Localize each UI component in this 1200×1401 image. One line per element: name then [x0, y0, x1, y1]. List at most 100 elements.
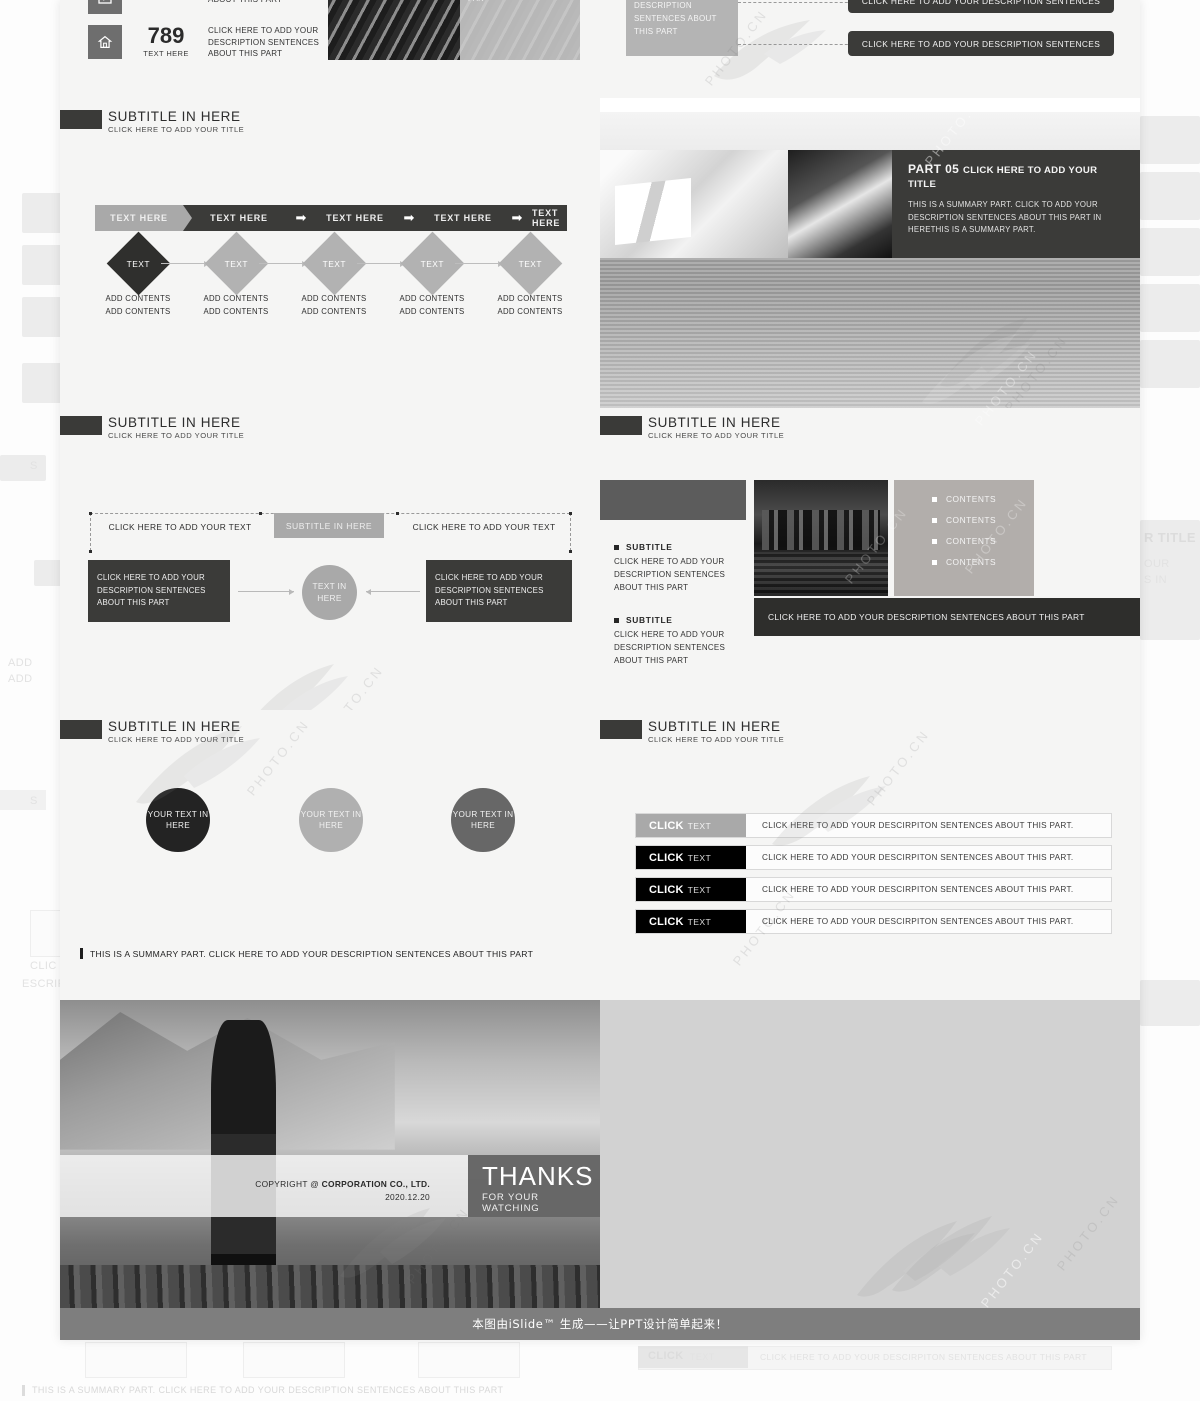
header-block: [60, 110, 102, 129]
photo-caption: DESCRIPTION SENTENCES ABOUT THIS PAR: [460, 0, 580, 60]
cover-description: THIS IS A SUMMARY PART. CLICK TO ADD YOU…: [908, 200, 1102, 235]
circle-node[interactable]: YOUR TEXT IN HERE: [146, 788, 210, 852]
contents-item[interactable]: CONTENTS: [932, 515, 1034, 525]
header-block: [600, 416, 642, 435]
bg-box-bottom-3: [418, 1342, 520, 1378]
bg-left-text-3: ADD: [8, 673, 33, 685]
header-block: [60, 720, 102, 739]
watermark-bird: [228, 638, 368, 710]
diagram-center-pill: SUBTITLE IN HERE: [274, 513, 384, 538]
kpi-number-block: 789 TEXT HERE: [130, 23, 202, 59]
circle-node[interactable]: YOUR TEXT IN HERE: [451, 788, 515, 852]
bg-block-left-2: [34, 560, 62, 586]
list-tag-bold: CLICK: [649, 915, 684, 928]
kpi-number: 789: [147, 23, 185, 48]
chevron-step[interactable]: TEXT HERE: [532, 205, 567, 231]
summary-bar-icon: [80, 948, 83, 959]
bg-block-left-1: [0, 455, 46, 481]
summary-text: THIS IS A SUMMARY PART. CLICK HERE TO AD…: [90, 948, 534, 959]
section-header: SUBTITLE IN HERE CLICK HERE TO ADD YOUR …: [60, 720, 244, 743]
arrow-right-icon: ➡: [286, 205, 316, 231]
process-chevron-bar: TEXT HERE TEXT HERE ➡ TEXT HERE ➡ TEXT H…: [95, 205, 567, 231]
bullet-square-icon: [932, 538, 937, 544]
diagram-dot: [396, 512, 399, 515]
list-row[interactable]: CLICK TEXT CLICK HERE TO ADD YOUR DESCIR…: [635, 845, 1112, 870]
list-row-text: CLICK HERE TO ADD YOUR DESCIRPITON SENTE…: [762, 821, 1074, 830]
thanks-subtitle: FOR YOUR WATCHING: [482, 1192, 540, 1214]
header-subtitle: CLICK HERE TO ADD YOUR TITLE: [648, 430, 785, 440]
process-diamond-row: TEXT ADD CONTENTS ADD CONTENTS TEXT ADD …: [89, 231, 579, 318]
copyright-line-1: COPYRIGHT @ CORPORATION CO., LTD.: [180, 1178, 430, 1191]
list-row-text: CLICK HERE TO ADD YOUR DESCIRPITON SENTE…: [762, 853, 1074, 862]
slide-circles: SUBTITLE IN HERE CLICK HERE TO ADD YOUR …: [60, 710, 600, 1000]
slide-cover: PART 05 CLICK HERE TO ADD YOUR TITLE THI…: [600, 98, 1140, 408]
diagram-dot: [89, 550, 92, 553]
city-subtitle-block: SUBTITLE CLICK HERE TO ADD YOUR DESCRIPT…: [614, 542, 738, 594]
map-pill-button[interactable]: CLICK HERE TO ADD YOUR DESCRIPTION SENTE…: [848, 0, 1114, 13]
list-row[interactable]: CLICK TEXT CLICK HERE TO ADD YOUR DESCIR…: [635, 813, 1112, 838]
section-header: SUBTITLE IN HERE CLICK HERE TO ADD YOUR …: [60, 110, 244, 133]
diagram-right-box: CLICK HERE TO ADD YOUR DESCRIPTION SENTE…: [426, 560, 572, 622]
bg-bottom-tag-normal: TEXT: [690, 1352, 715, 1362]
list-tag-bold: CLICK: [649, 819, 684, 832]
city-subtitle-heading: SUBTITLE: [614, 615, 738, 625]
diagram-left-box: CLICK HERE TO ADD YOUR DESCRIPTION SENTE…: [88, 560, 230, 622]
arrow-right-icon: ➡: [394, 205, 424, 231]
chevron-step[interactable]: TEXT HERE: [424, 205, 502, 231]
contents-item[interactable]: CONTENTS: [932, 557, 1034, 567]
circle-card: YOUR TEXT IN HERE CLICK HERE TO ADD YOUR…: [277, 788, 385, 910]
cover-title-row: PART 05 CLICK HERE TO ADD YOUR TITLE: [908, 162, 1124, 190]
header-block: [600, 720, 642, 739]
diamond-caption-2: ADD CONTENTS: [203, 307, 269, 317]
chevron-step[interactable]: TEXT HERE: [183, 205, 286, 231]
chevron-step[interactable]: TEXT HERE: [95, 205, 192, 231]
bg-left-text-5: CLIC: [30, 960, 57, 972]
contents-item[interactable]: CONTENTS: [932, 494, 1034, 504]
slide-process: SUBTITLE IN HERE CLICK HERE TO ADD YOUR …: [60, 98, 600, 408]
header-subtitle: CLICK HERE TO ADD YOUR TITLE: [108, 734, 245, 744]
circle-card: YOUR TEXT IN HERE CLICK HERE TO ADD YOUR…: [429, 788, 537, 910]
city-night-photo: [754, 480, 888, 596]
bg-icon-tile-clock: [22, 297, 62, 337]
bg-tile-right-3: [1140, 228, 1200, 276]
contents-item[interactable]: CONTENTS: [932, 536, 1034, 546]
islide-footer: 本图由iSlide™ 生成——让PPT设计简单起来！: [60, 1308, 1140, 1340]
bg-right-line-2: S IN: [1144, 574, 1167, 586]
list-row[interactable]: CLICK TEXT CLICK HERE TO ADD YOUR DESCIR…: [635, 909, 1112, 934]
list-row[interactable]: CLICK TEXT CLICK HERE TO ADD YOUR DESCIR…: [635, 877, 1112, 902]
bullet-square-icon: [614, 617, 619, 623]
diamond-node[interactable]: TEXT: [498, 231, 562, 296]
list-tag-bold: CLICK: [649, 883, 684, 896]
blank-gray-pane: [600, 1000, 1140, 1318]
copyright-prefix: COPYRIGHT @: [255, 1179, 322, 1189]
bg-left-text-1: S: [30, 460, 38, 472]
diagram-top-right-text: CLICK HERE TO ADD YOUR TEXT: [412, 522, 556, 532]
watermark-photo-cn: PHOTO.CN: [243, 716, 313, 799]
contents-label: CONTENTS: [946, 536, 997, 546]
diamond-caption-2: ADD CONTENTS: [105, 307, 171, 317]
contents-label: CONTENTS: [946, 515, 997, 525]
bg-icon-tile-home: [22, 363, 62, 403]
bg-tile-right-1: [1140, 116, 1200, 164]
copyright-company: CORPORATION CO., LTD.: [321, 1179, 430, 1189]
bg-left-text-6: ESCRIP: [22, 978, 66, 990]
bg-strip-left: [0, 790, 46, 810]
diagram-left-rail: [90, 513, 91, 551]
diagram-dot: [259, 512, 262, 515]
list-row-text: CLICK HERE TO ADD YOUR DESCIRPITON SENTE…: [762, 885, 1074, 894]
map-left-block: DESCRIPTION SENTENCES ABOUT THIS PART: [626, 0, 738, 56]
home-icon: [88, 25, 122, 59]
kpi-sublabel: TEXT HERE: [143, 49, 189, 58]
bullet-square-icon: [932, 496, 937, 502]
bg-icon-tile-grid: [22, 245, 62, 285]
bullet-square-icon: [614, 544, 619, 550]
chevron-step[interactable]: TEXT HERE: [316, 205, 394, 231]
copyright-line-2: 2020.12.20: [385, 1191, 430, 1202]
bg-box-bottom-2: [243, 1342, 345, 1378]
diamond-cell: TEXT ADD CONTENTS ADD CONTENTS: [481, 231, 579, 318]
map-pill-button[interactable]: CLICK HERE TO ADD YOUR DESCRIPTION SENTE…: [848, 31, 1114, 56]
laptop-keyboard-photo: DESCRIPTION SENTENCES ABOUT THIS PAR: [328, 0, 580, 60]
circle-node[interactable]: YOUR TEXT IN HERE: [299, 788, 363, 852]
slide-blank: PHOTO.CN: [600, 1000, 1140, 1340]
diamond-label: TEXT: [224, 258, 248, 269]
